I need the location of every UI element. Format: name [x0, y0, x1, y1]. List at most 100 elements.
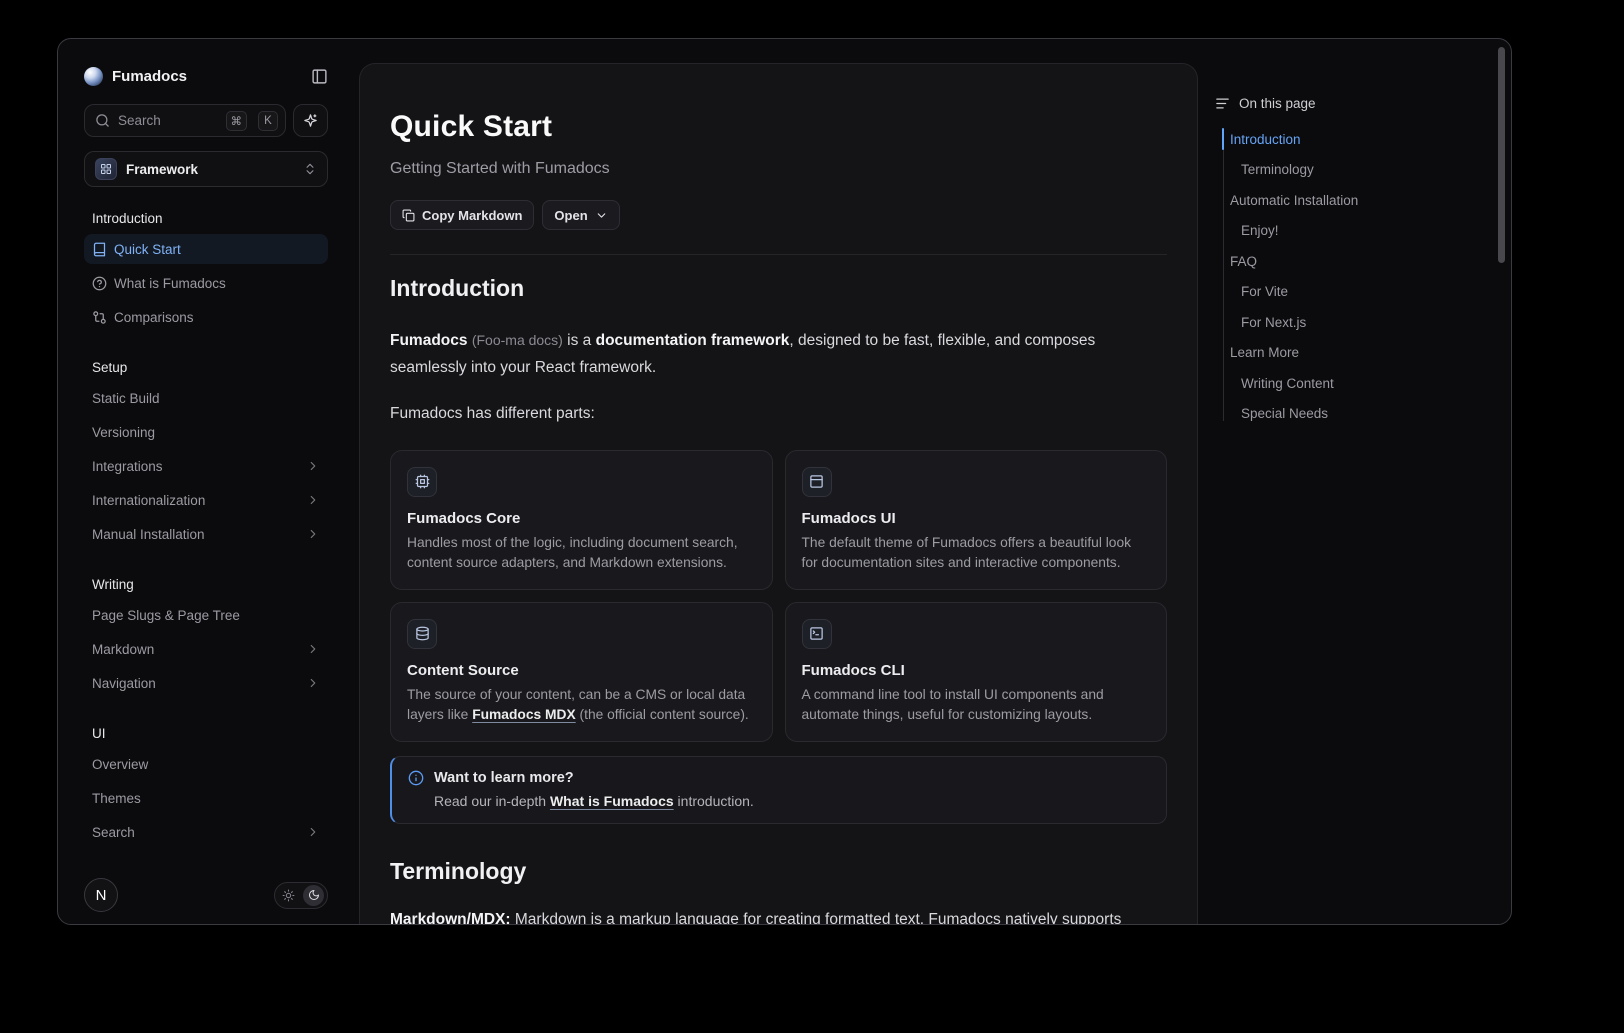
- chevron-right-icon: [306, 459, 320, 473]
- toc-item-faq[interactable]: FAQ: [1215, 246, 1507, 277]
- toc-item-learn-more[interactable]: Learn More: [1215, 338, 1507, 369]
- sidebar-nav: Introduction Quick Start What is Fumadoc…: [84, 193, 328, 866]
- section-label: Writing: [84, 571, 328, 598]
- main-content-panel: Quick Start Getting Started with Fumadoc…: [359, 63, 1198, 925]
- feature-cards: Fumadocs Core Handles most of the logic,…: [390, 450, 1167, 742]
- moon-icon[interactable]: [303, 885, 324, 906]
- what-is-fumadocs-link[interactable]: What is Fumadocs: [550, 793, 674, 809]
- sidebar-section-introduction: Introduction Quick Start What is Fumadoc…: [84, 205, 328, 332]
- chevrons-up-down-icon: [303, 162, 317, 176]
- search-input[interactable]: Search ⌘ K: [84, 104, 286, 137]
- framework-grid-icon: [95, 158, 117, 180]
- nextjs-logo-letter: N: [96, 887, 107, 904]
- toc-item-special-needs[interactable]: Special Needs: [1215, 399, 1507, 430]
- text-terminology-rest: Markdown is a markup language for creati…: [515, 911, 1122, 925]
- sidebar-item-overview[interactable]: Overview: [84, 749, 328, 779]
- sidebar-item-markdown[interactable]: Markdown: [84, 634, 328, 664]
- sidebar-item-comparisons[interactable]: Comparisons: [84, 302, 328, 332]
- sun-icon[interactable]: [278, 885, 299, 906]
- sidebar-section-setup: Setup Static Build Versioning Integratio…: [84, 354, 328, 549]
- card-fumadocs-ui[interactable]: Fumadocs UI The default theme of Fumadoc…: [785, 450, 1168, 590]
- sidebar-item-navigation[interactable]: Navigation: [84, 668, 328, 698]
- chevron-right-icon: [306, 825, 320, 839]
- app-window: Fumadocs Search ⌘ K: [57, 38, 1512, 925]
- page-subtitle: Getting Started with Fumadocs: [390, 160, 1167, 178]
- introduction-heading: Introduction: [390, 275, 1167, 302]
- sidebar-item-integrations[interactable]: Integrations: [84, 451, 328, 481]
- sidebar-item-label: Page Slugs & Page Tree: [92, 608, 240, 623]
- fumadocs-logo-icon: [84, 67, 103, 86]
- table-of-contents: On this page Introduction Terminology Au…: [1215, 96, 1507, 429]
- chevron-right-icon: [306, 642, 320, 656]
- text-is-a: is a: [567, 332, 591, 349]
- card-fumadocs-cli[interactable]: Fumadocs CLI A command line tool to inst…: [785, 602, 1168, 742]
- theme-toggle[interactable]: [274, 882, 328, 909]
- card-fumadocs-core[interactable]: Fumadocs Core Handles most of the logic,…: [390, 450, 773, 590]
- open-label: Open: [554, 208, 587, 223]
- toc-heading: On this page: [1239, 96, 1316, 111]
- nextjs-logo-button[interactable]: N: [84, 878, 118, 912]
- sidebar-item-quick-start[interactable]: Quick Start: [84, 234, 328, 264]
- sidebar-item-label: Static Build: [92, 391, 160, 406]
- toc-item-terminology[interactable]: Terminology: [1215, 155, 1507, 186]
- toc-item-automatic-installation[interactable]: Automatic Installation: [1215, 185, 1507, 216]
- terminal-icon: [802, 619, 832, 649]
- sidebar-item-label: Internationalization: [92, 493, 205, 508]
- copy-markdown-label: Copy Markdown: [422, 208, 522, 223]
- toc-item-enjoy[interactable]: Enjoy!: [1215, 216, 1507, 247]
- copy-icon: [402, 209, 415, 222]
- toc-list: Introduction Terminology Automatic Insta…: [1215, 124, 1507, 429]
- sidebar-item-versioning[interactable]: Versioning: [84, 417, 328, 447]
- section-label: Setup: [84, 354, 328, 381]
- sidebar-footer: N: [84, 866, 328, 912]
- sidebar-item-search[interactable]: Search: [84, 817, 328, 847]
- copy-markdown-button[interactable]: Copy Markdown: [390, 200, 534, 230]
- chevron-down-icon: [595, 209, 608, 222]
- card-title: Content Source: [407, 662, 756, 679]
- text-documentation-framework: documentation framework: [596, 332, 790, 349]
- text-fumadocs: Fumadocs: [390, 332, 468, 349]
- text-pronunciation: (Foo-ma docs): [472, 332, 563, 348]
- card-content-source[interactable]: Content Source The source of your conten…: [390, 602, 773, 742]
- sparkles-icon: [303, 113, 318, 128]
- framework-selector-value: Framework: [126, 162, 294, 177]
- ai-search-button[interactable]: [293, 104, 328, 137]
- collapse-sidebar-button[interactable]: [311, 68, 328, 85]
- open-button[interactable]: Open: [542, 200, 619, 230]
- callout-text-post: introduction.: [678, 793, 754, 809]
- card-title: Fumadocs UI: [802, 510, 1151, 527]
- card-description: Handles most of the logic, including doc…: [407, 533, 756, 573]
- page-title: Quick Start: [390, 110, 1167, 144]
- sidebar-item-label: Themes: [92, 791, 141, 806]
- sidebar-item-page-slugs[interactable]: Page Slugs & Page Tree: [84, 600, 328, 630]
- page-actions: Copy Markdown Open: [390, 200, 1167, 230]
- sidebar-item-label: What is Fumadocs: [114, 276, 226, 291]
- sidebar-item-label: Comparisons: [114, 310, 194, 325]
- sidebar-item-themes[interactable]: Themes: [84, 783, 328, 813]
- sidebar-item-what-is-fumadocs[interactable]: What is Fumadocs: [84, 268, 328, 298]
- toc-item-for-nextjs[interactable]: For Next.js: [1215, 307, 1507, 338]
- toc-item-writing-content[interactable]: Writing Content: [1215, 368, 1507, 399]
- card-title: Fumadocs CLI: [802, 662, 1151, 679]
- book-icon: [92, 242, 107, 257]
- sidebar-item-label: Markdown: [92, 642, 154, 657]
- kbd-command: ⌘: [226, 111, 248, 131]
- scrollbar-thumb[interactable]: [1498, 47, 1505, 263]
- toc-header: On this page: [1215, 96, 1507, 111]
- sidebar-item-label: Integrations: [92, 459, 163, 474]
- sidebar-item-static-build[interactable]: Static Build: [84, 383, 328, 413]
- database-icon: [407, 619, 437, 649]
- divider: [390, 254, 1167, 255]
- terminology-heading: Terminology: [390, 858, 1167, 885]
- panel-left-icon: [311, 68, 328, 85]
- search-icon: [95, 113, 110, 128]
- fumadocs-mdx-link[interactable]: Fumadocs MDX: [472, 707, 576, 722]
- toc-item-for-vite[interactable]: For Vite: [1215, 277, 1507, 308]
- framework-selector[interactable]: Framework: [84, 151, 328, 187]
- panel-top-icon: [802, 467, 832, 497]
- sidebar-item-manual-installation[interactable]: Manual Installation: [84, 519, 328, 549]
- parts-paragraph: Fumadocs has different parts:: [390, 401, 1167, 428]
- info-icon: [408, 770, 424, 786]
- toc-item-introduction[interactable]: Introduction: [1215, 124, 1507, 155]
- sidebar-item-internationalization[interactable]: Internationalization: [84, 485, 328, 515]
